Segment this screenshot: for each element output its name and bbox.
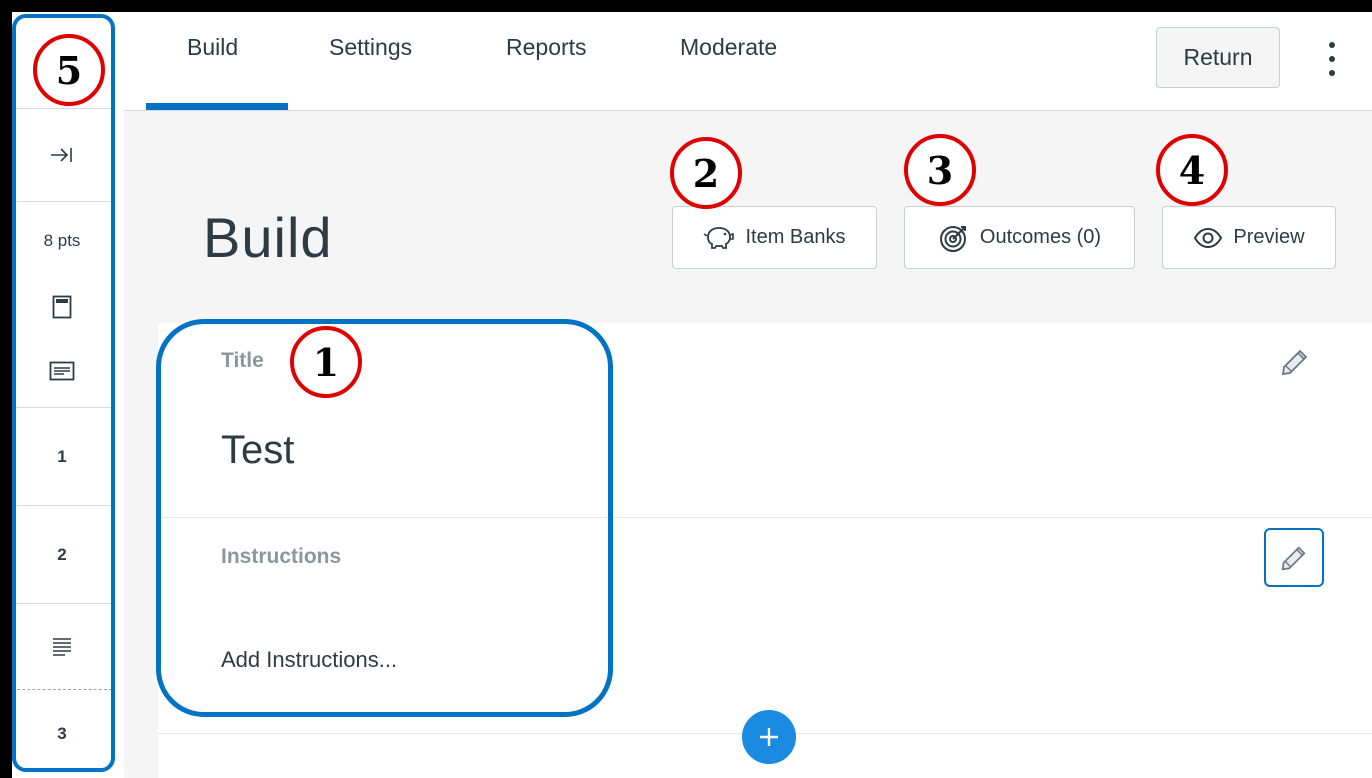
kebab-icon[interactable]	[1322, 40, 1342, 80]
eye-icon	[1194, 227, 1223, 248]
tab-moderate[interactable]: Moderate	[680, 34, 777, 61]
piggy-bank-icon	[704, 226, 735, 249]
title-label: Title	[221, 349, 264, 372]
page-icon	[52, 295, 72, 319]
callout-1: 1	[290, 326, 362, 398]
rail-item-question-1[interactable]: 1	[12, 408, 112, 506]
rail-item-text-block[interactable]	[12, 604, 112, 690]
callout-3: 3	[904, 134, 976, 206]
collapse-arrow-icon	[51, 148, 72, 162]
pencil-icon	[1281, 545, 1306, 570]
callout-2: 2	[670, 137, 742, 209]
pencil-icon[interactable]	[1278, 345, 1312, 379]
target-icon	[939, 225, 966, 252]
preview-label: Preview	[1233, 226, 1305, 248]
add-question-button[interactable]	[742, 710, 796, 764]
active-tab-indicator	[146, 103, 288, 110]
callout-4: 4	[1156, 134, 1228, 206]
text-block-icon	[49, 361, 75, 380]
rail-item-instructions[interactable]	[12, 334, 112, 408]
instructions-label: Instructions	[221, 545, 342, 568]
points-total: 8 pts	[43, 231, 81, 250]
item-banks-label: Item Banks	[745, 226, 846, 248]
edit-instructions-button[interactable]	[1264, 528, 1324, 587]
tab-build[interactable]: Build	[187, 34, 238, 61]
add-instructions-field[interactable]: Add Instructions...	[221, 647, 397, 673]
page-title: Build	[203, 206, 333, 269]
quiz-title-value[interactable]: Test	[221, 428, 294, 473]
callout-5: 5	[33, 34, 105, 106]
rail-item-title[interactable]	[12, 280, 112, 334]
rail-item-question-2[interactable]: 2	[12, 506, 112, 604]
collapse-rail-button[interactable]	[12, 109, 112, 202]
screenshot-border-left	[0, 0, 12, 778]
item-banks-button[interactable]: Item Banks	[672, 206, 877, 269]
tab-reports[interactable]: Reports	[506, 34, 587, 61]
tab-settings[interactable]: Settings	[329, 34, 412, 61]
outcomes-button[interactable]: Outcomes (0)	[904, 206, 1135, 269]
screenshot-border-top	[0, 0, 1372, 12]
plus-icon	[760, 728, 778, 746]
rail-item-question-3[interactable]: 3	[12, 690, 112, 778]
preview-button[interactable]: Preview	[1162, 206, 1336, 269]
paragraph-icon	[53, 637, 71, 656]
card-divider	[158, 517, 1372, 518]
return-button[interactable]: Return	[1156, 27, 1280, 88]
outcomes-label: Outcomes (0)	[979, 226, 1102, 248]
